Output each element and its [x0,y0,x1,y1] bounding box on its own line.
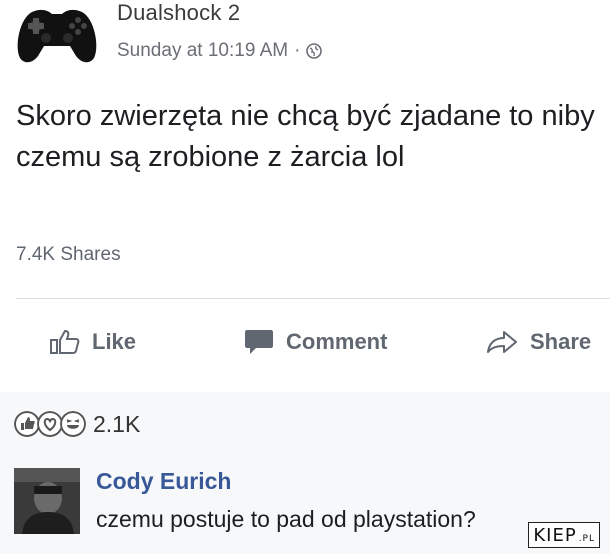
gamepad-icon [17,9,97,63]
thumbs-up-icon [50,329,80,354]
comment-label: Comment [286,329,388,354]
comment-item: Cody Eurich czemu postuje to pad od play… [14,462,610,542]
reaction-count: 2.1K [93,410,141,437]
post-author[interactable]: Dualshock 2 [117,0,240,26]
haha-reaction-icon [60,411,86,437]
comment-bubble-icon [245,330,273,354]
globe-icon [306,43,323,59]
like-label: Like [92,329,137,354]
watermark-suffix: .PL [578,534,595,544]
post-meta: Sunday at 10:19 AM · [117,40,323,62]
divider-top [16,298,610,299]
comment-button[interactable]: Comment [244,320,387,364]
post-card: Dualshock 2 Sunday at 10:19 AM · Skoro z… [0,0,610,392]
post-body: Skoro zwierzęta nie chcą być zjadane to … [16,100,595,173]
like-button[interactable]: Like [50,320,136,364]
share-label: Share [530,329,592,354]
comment-text: czemu postuje to pad od playstation? [96,506,476,532]
post-timestamp[interactable]: Sunday at 10:19 AM [117,40,288,62]
comment-author[interactable]: Cody Eurich [96,468,231,495]
meta-separator: · [294,40,301,61]
post-actions: Like Comment Share [0,320,610,364]
reactions-summary[interactable]: 2.1K [14,406,140,442]
page-avatar[interactable] [14,4,100,66]
site-watermark: KIEP .PL [528,522,600,548]
comment-avatar[interactable] [14,468,80,534]
shares-count[interactable]: 7.4K Shares [16,244,121,266]
share-button[interactable]: Share [486,320,591,364]
watermark-text: KIEP [533,524,577,546]
screenshot-page: Dualshock 2 Sunday at 10:19 AM · Skoro z… [0,0,610,554]
share-arrow-icon [487,331,517,353]
reaction-icons [14,411,86,437]
